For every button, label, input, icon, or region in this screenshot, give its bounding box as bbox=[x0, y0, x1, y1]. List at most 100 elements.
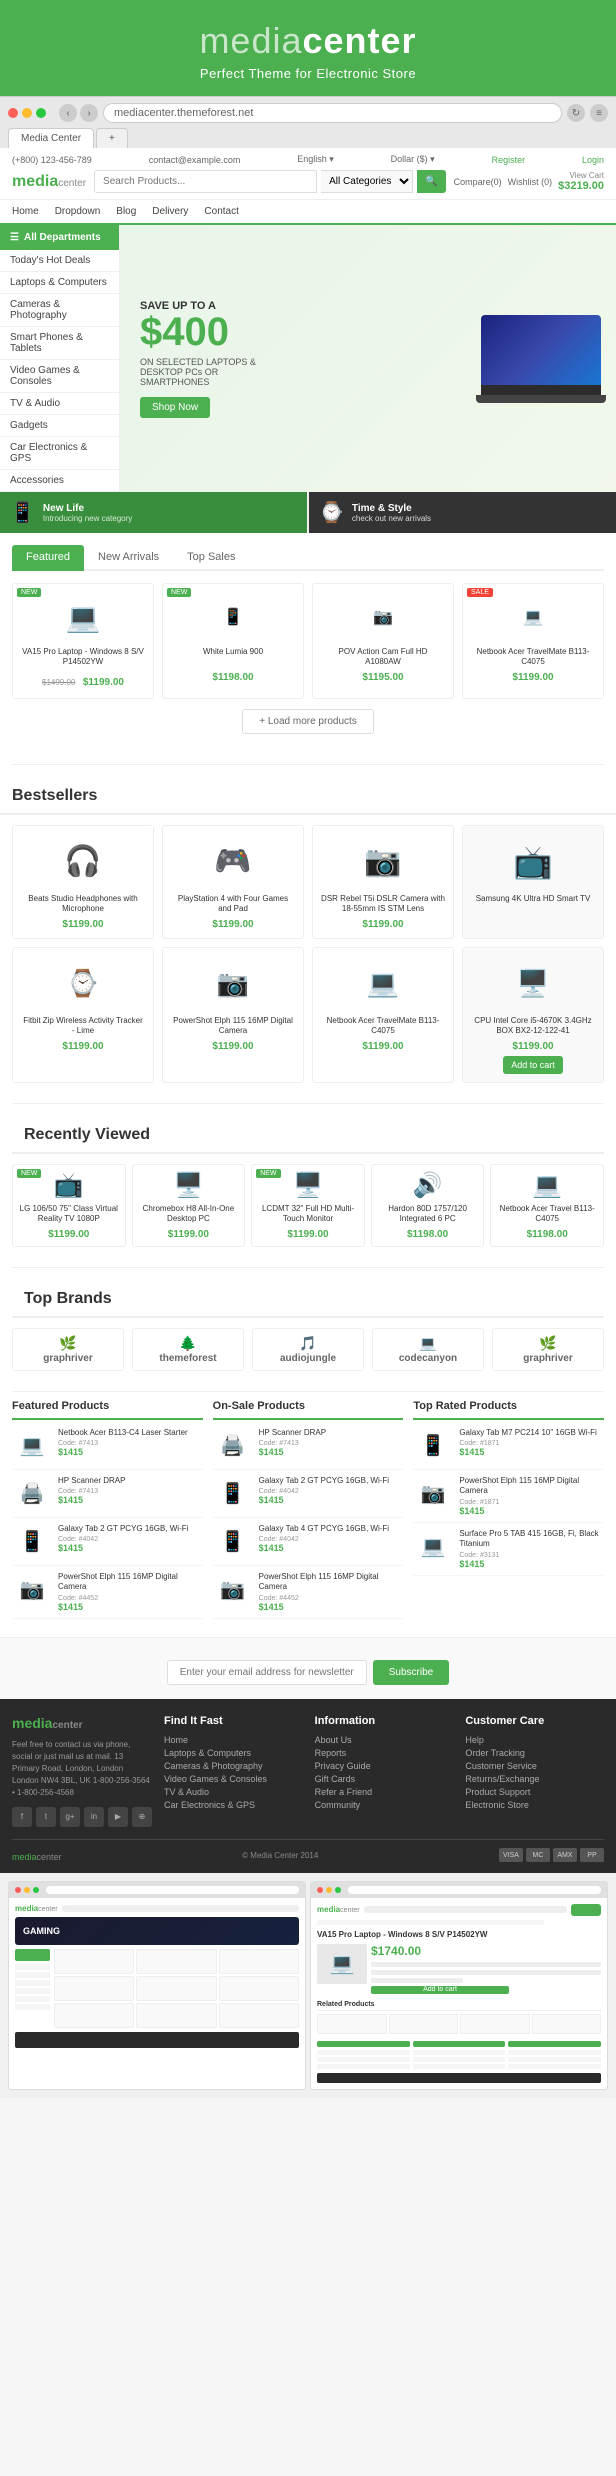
wishlist-link[interactable]: Wishlist (0) bbox=[508, 177, 553, 187]
close-button[interactable] bbox=[8, 108, 18, 118]
settings-button[interactable]: ≡ bbox=[590, 104, 608, 122]
tab-top-sales[interactable]: Top Sales bbox=[173, 545, 249, 571]
footer-link-giftcards[interactable]: Gift Cards bbox=[315, 1774, 454, 1784]
mini-product-f3[interactable]: 📷 PowerShot Elph 115 16MP Digital Camera… bbox=[12, 1572, 203, 1619]
subscribe-button[interactable]: Subscribe bbox=[373, 1660, 449, 1685]
thumb-add-to-cart[interactable]: Add to cart bbox=[371, 1986, 509, 1994]
footer-link-laptops[interactable]: Laptops & Computers bbox=[164, 1748, 303, 1758]
footer-link-home[interactable]: Home bbox=[164, 1735, 303, 1745]
promo-strip-1[interactable]: 📱 New Life Introducing new category bbox=[0, 492, 307, 533]
brand-item-3[interactable]: 💻 codecanyon bbox=[372, 1328, 484, 1371]
tab-featured[interactable]: Featured bbox=[12, 545, 84, 571]
footer-link-store[interactable]: Electronic Store bbox=[465, 1800, 604, 1810]
footer-link-cameras[interactable]: Cameras & Photography bbox=[164, 1761, 303, 1771]
bestseller-card-5[interactable]: 📷 PowerShot Elph 115 16MP Digital Camera… bbox=[162, 947, 304, 1083]
search-input[interactable] bbox=[94, 170, 317, 193]
tab-new-arrivals[interactable]: New Arrivals bbox=[84, 545, 173, 571]
footer-link-videogames[interactable]: Video Games & Consoles bbox=[164, 1774, 303, 1784]
facebook-icon[interactable]: f bbox=[12, 1807, 32, 1827]
rv-card-3[interactable]: 🔊 Hardon 80D 1757/120 Integrated 6 PC $1… bbox=[371, 1164, 485, 1247]
brand-item-1[interactable]: 🌲 themeforest bbox=[132, 1328, 244, 1371]
sidebar-item-carelec[interactable]: Car Electronics & GPS bbox=[0, 437, 119, 470]
site-logo[interactable]: mediacenter bbox=[12, 173, 86, 191]
nav-delivery[interactable]: Delivery bbox=[152, 200, 188, 223]
bestseller-card-0[interactable]: 🎧 Beats Studio Headphones with Microphon… bbox=[12, 825, 154, 939]
product-card-1[interactable]: NEW 📱 White Lumia 900 $1198.00 bbox=[162, 583, 304, 699]
footer-link-help[interactable]: Help bbox=[465, 1735, 604, 1745]
rv-card-4[interactable]: 💻 Netbook Acer Travel B113-C4075 $1198.0… bbox=[490, 1164, 604, 1247]
search-button[interactable]: 🔍 bbox=[417, 170, 445, 193]
sidebar-item-cameras[interactable]: Cameras & Photography bbox=[0, 294, 119, 327]
footer-link-tracking[interactable]: Order Tracking bbox=[465, 1748, 604, 1758]
forward-button[interactable]: › bbox=[80, 104, 98, 122]
gplus-icon[interactable]: g+ bbox=[60, 1807, 80, 1827]
mini-product-r2[interactable]: 💻 Surface Pro 5 TAB 415 16GB, Fi, Black … bbox=[413, 1529, 604, 1576]
reload-button[interactable]: ↻ bbox=[567, 104, 585, 122]
brand-item-4[interactable]: 🌿 graphriver bbox=[492, 1328, 604, 1371]
footer-link-about[interactable]: About Us bbox=[315, 1735, 454, 1745]
minimize-button[interactable] bbox=[22, 108, 32, 118]
footer-link-privacy[interactable]: Privacy Guide bbox=[315, 1761, 454, 1771]
brand-item-2[interactable]: 🎵 audiojungle bbox=[252, 1328, 364, 1371]
linkedin-icon[interactable]: in bbox=[84, 1807, 104, 1827]
category-select[interactable]: All Categories bbox=[321, 170, 413, 193]
newsletter-input[interactable] bbox=[167, 1660, 367, 1685]
rv-card-1[interactable]: 🖥️ Chromebox H8 All-In-One Desktop PC $1… bbox=[132, 1164, 246, 1247]
sidebar-item-tv[interactable]: TV & Audio bbox=[0, 393, 119, 415]
cart-info[interactable]: View Cart $3219.00 bbox=[558, 171, 604, 192]
compare-link[interactable]: Compare(0) bbox=[454, 177, 502, 187]
mini-product-r0[interactable]: 📱 Galaxy Tab M7 PC214 10" 16GB Wi-Fi Cod… bbox=[413, 1428, 604, 1470]
bestseller-card-3[interactable]: 📺 Samsung 4K Ultra HD Smart TV bbox=[462, 825, 604, 939]
footer-link-community[interactable]: Community bbox=[315, 1800, 454, 1810]
mini-product-f0[interactable]: 💻 Netbook Acer B113-C4 Laser Starter Cod… bbox=[12, 1428, 203, 1470]
sidebar-item-videogames[interactable]: Video Games & Consoles bbox=[0, 360, 119, 393]
product-card-0[interactable]: NEW 💻 VA15 Pro Laptop - Windows 8 S/V P1… bbox=[12, 583, 154, 699]
nav-blog[interactable]: Blog bbox=[116, 200, 136, 223]
footer-link-tv[interactable]: TV & Audio bbox=[164, 1787, 303, 1797]
mini-product-s0[interactable]: 🖨️ HP Scanner DRAP Code: #7413 $1415 bbox=[213, 1428, 404, 1470]
brand-item-0[interactable]: 🌿 graphriver bbox=[12, 1328, 124, 1371]
nav-dropdown[interactable]: Dropdown bbox=[55, 200, 101, 223]
twitter-icon[interactable]: t bbox=[36, 1807, 56, 1827]
rss-icon[interactable]: ⊕ bbox=[132, 1807, 152, 1827]
new-tab-button[interactable]: + bbox=[96, 128, 128, 148]
currency-selector[interactable]: Dollar ($) ▾ bbox=[391, 154, 435, 165]
rv-card-0[interactable]: NEW 📺 LG 106/50 75" Class Virtual Realit… bbox=[12, 1164, 126, 1247]
footer-link-returns[interactable]: Returns/Exchange bbox=[465, 1774, 604, 1784]
browser-tab[interactable]: Media Center bbox=[8, 128, 94, 148]
nav-contact[interactable]: Contact bbox=[204, 200, 238, 223]
add-to-cart-button[interactable]: Add to cart bbox=[503, 1056, 563, 1074]
bestseller-card-6[interactable]: 💻 Netbook Acer TravelMate B113-C4075 $11… bbox=[312, 947, 454, 1083]
footer-link-refer[interactable]: Refer a Friend bbox=[315, 1787, 454, 1797]
mini-product-r1[interactable]: 📷 PowerShot Elph 115 16MP Digital Camera… bbox=[413, 1476, 604, 1523]
bestseller-card-7[interactable]: 🖥️ CPU Intel Core i5-4670K 3.4GHz BOX BX… bbox=[462, 947, 604, 1083]
sidebar-item-accessories[interactable]: Accessories bbox=[0, 470, 119, 492]
bestseller-card-2[interactable]: 📷 DSR Rebel T5i DSLR Camera with 18-55mm… bbox=[312, 825, 454, 939]
footer-link-service[interactable]: Customer Service bbox=[465, 1761, 604, 1771]
sidebar-item-hotdeals[interactable]: Today's Hot Deals bbox=[0, 250, 119, 272]
sidebar-item-smartphones[interactable]: Smart Phones & Tablets bbox=[0, 327, 119, 360]
mini-product-s2[interactable]: 📱 Galaxy Tab 4 GT PCYG 16GB, Wi-Fi Code:… bbox=[213, 1524, 404, 1566]
sidebar-item-laptops[interactable]: Laptops & Computers bbox=[0, 272, 119, 294]
footer-link-support[interactable]: Product Support bbox=[465, 1787, 604, 1797]
bestseller-card-1[interactable]: 🎮 PlayStation 4 with Four Games and Pad … bbox=[162, 825, 304, 939]
maximize-button[interactable] bbox=[36, 108, 46, 118]
mini-product-s1[interactable]: 📱 Galaxy Tab 2 GT PCYG 16GB, Wi-Fi Code:… bbox=[213, 1476, 404, 1518]
back-button[interactable]: ‹ bbox=[59, 104, 77, 122]
nav-home[interactable]: Home bbox=[12, 200, 39, 223]
footer-link-reports[interactable]: Reports bbox=[315, 1748, 454, 1758]
url-bar[interactable]: mediacenter.themeforest.net bbox=[103, 103, 562, 123]
mini-product-f2[interactable]: 📱 Galaxy Tab 2 GT PCYG 16GB, Wi-Fi Code:… bbox=[12, 1524, 203, 1566]
rv-card-2[interactable]: NEW 🖥️ LCDMT 32" Full HD Multi-Touch Mon… bbox=[251, 1164, 365, 1247]
shop-now-button[interactable]: Shop Now bbox=[140, 397, 210, 418]
product-card-2[interactable]: 📷 POV Action Cam Full HD A1080AW $1195.0… bbox=[312, 583, 454, 699]
mini-product-f1[interactable]: 🖨️ HP Scanner DRAP Code: #7413 $1415 bbox=[12, 1476, 203, 1518]
login-link[interactable]: Login bbox=[582, 155, 604, 165]
mini-product-s3[interactable]: 📷 PowerShot Elph 115 16MP Digital Camera… bbox=[213, 1572, 404, 1619]
language-selector[interactable]: English ▾ bbox=[297, 154, 334, 165]
load-more-button[interactable]: + Load more products bbox=[242, 709, 374, 734]
product-card-3[interactable]: SALE 💻 Netbook Acer TravelMate B113-C407… bbox=[462, 583, 604, 699]
bestseller-card-4[interactable]: ⌚ Fitbit Zip Wireless Activity Tracker -… bbox=[12, 947, 154, 1083]
footer-link-carelec[interactable]: Car Electronics & GPS bbox=[164, 1800, 303, 1810]
youtube-icon[interactable]: ▶ bbox=[108, 1807, 128, 1827]
